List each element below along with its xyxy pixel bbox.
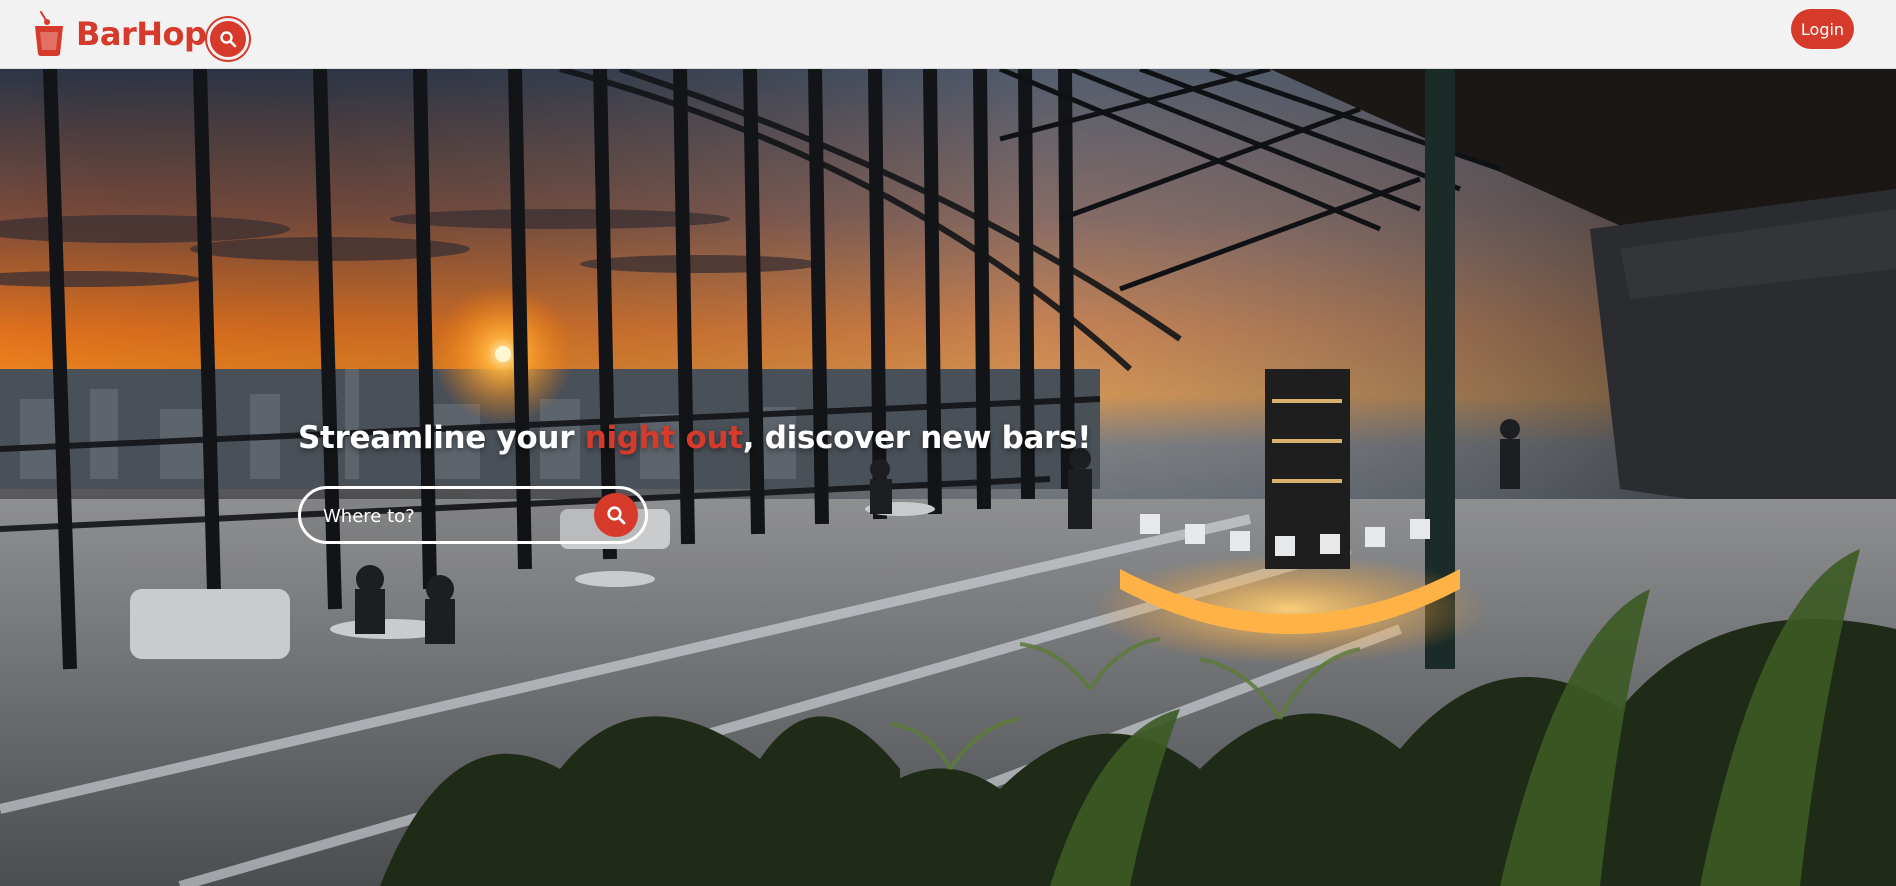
top-navbar: BarHop Login bbox=[0, 0, 1896, 69]
headline-text-end: , discover new bars! bbox=[742, 420, 1092, 456]
headline-accent-text: night out bbox=[584, 420, 743, 456]
header-search-button[interactable] bbox=[207, 18, 249, 60]
cocktail-glass-icon bbox=[35, 11, 63, 56]
search-icon bbox=[607, 506, 626, 525]
search-icon bbox=[220, 31, 237, 48]
search-submit-button[interactable] bbox=[594, 493, 638, 537]
headline-text-start: Streamline your bbox=[298, 420, 585, 456]
brand-name: BarHop bbox=[76, 15, 207, 53]
hero-headline: Streamline your night out, discover new … bbox=[298, 420, 1091, 456]
brand-logo-link[interactable]: BarHop bbox=[32, 8, 207, 60]
rooftop-bar-sunset-photo bbox=[0, 69, 1896, 886]
destination-search-input[interactable] bbox=[321, 489, 565, 543]
destination-search-bar bbox=[298, 486, 648, 544]
hero-section: Streamline your night out, discover new … bbox=[0, 69, 1896, 886]
login-button[interactable]: Login bbox=[1791, 9, 1854, 49]
